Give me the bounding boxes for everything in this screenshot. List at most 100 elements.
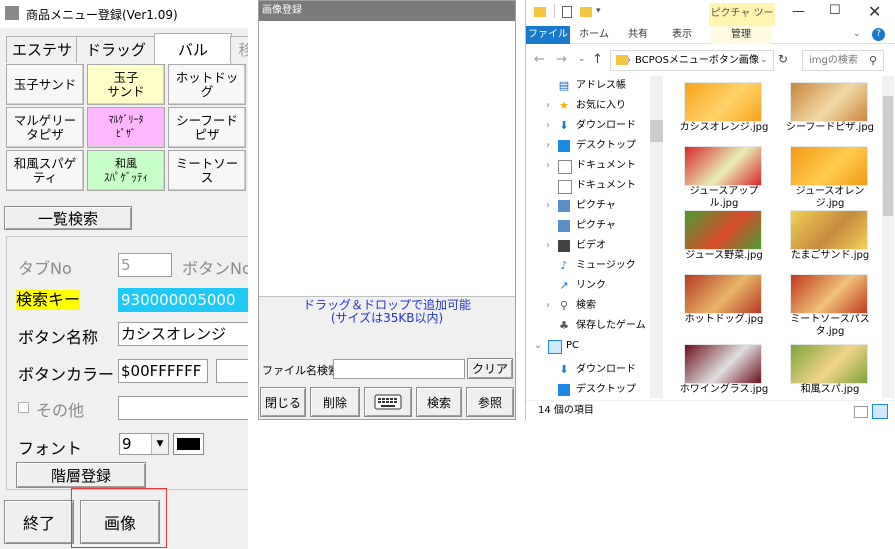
nav-item[interactable]: › ドキュメント xyxy=(526,156,654,176)
file-item[interactable]: ジュース野菜.jpg xyxy=(676,204,772,266)
font-color-button[interactable] xyxy=(173,433,204,455)
refresh-icon[interactable]: ↻ xyxy=(778,52,788,66)
end-button[interactable]: 終了 xyxy=(4,500,74,544)
menu-button[interactable]: ミートソー ス xyxy=(168,150,246,191)
menu-button[interactable]: 玉子サンド xyxy=(6,64,84,105)
nav-item[interactable]: ▤ アドレス帳 xyxy=(526,76,654,96)
file-scrollbar-thumb[interactable] xyxy=(883,96,893,216)
file-item[interactable]: 和風スパ.jpg xyxy=(782,338,878,396)
search-icon[interactable]: ⚲ xyxy=(869,54,877,67)
menu-button[interactable]: ﾏﾙｹﾞﾘｰﾀ ﾋﾟｻﾞ xyxy=(87,107,165,148)
tab-view[interactable]: 表示 xyxy=(662,26,702,44)
delete-button[interactable]: 削除 xyxy=(310,387,360,417)
file-item[interactable]: カシスオレンジ.jpg xyxy=(676,76,772,138)
clear-button[interactable]: クリア xyxy=(467,358,513,379)
nav-item[interactable]: › ピクチャ xyxy=(526,196,654,216)
list-search-button[interactable]: 一覧検索 xyxy=(4,206,132,230)
file-item[interactable]: ジュースオレンジ.jpg xyxy=(782,140,878,209)
menu-registration-window: 商品メニュー登録(Ver1.09) エステサロン ドラッグ バル 移 玉子サンド… xyxy=(0,0,248,549)
nav-item[interactable]: デスクトップ xyxy=(526,380,654,400)
ribbon-expand-icon[interactable]: ⌄ xyxy=(853,29,861,39)
tab-manage[interactable]: 管理 xyxy=(711,26,771,44)
chevron-down-icon[interactable]: ▼ xyxy=(151,434,168,454)
desktop-icon xyxy=(558,140,570,152)
nav-item[interactable]: › デスクトップ xyxy=(526,136,654,156)
menu-button[interactable]: ホットドッ グ xyxy=(168,64,246,105)
close-button[interactable]: 閉じる xyxy=(260,387,306,417)
file-grid: カシスオレンジ.jpg シーフードピザ.jpg ジュースアップル.jpg ジュー… xyxy=(676,76,881,396)
nav-item[interactable]: ♪ ミュージック xyxy=(526,256,654,276)
image-register-window: 画像登録 ドラッグ＆ドロップで追加可能 (サイズは35KB以内) ファイル名検索… xyxy=(258,0,516,420)
search-button[interactable]: 検索 xyxy=(416,387,462,417)
back-icon[interactable]: ← xyxy=(534,52,545,67)
other-field[interactable] xyxy=(118,396,248,420)
up-icon[interactable]: ↑ xyxy=(592,52,603,67)
filename-search-label: ファイル名検索 xyxy=(262,364,339,377)
button-name-field[interactable]: カシスオレンジ xyxy=(118,322,248,346)
other-checkbox[interactable] xyxy=(18,402,29,413)
forward-icon[interactable]: → xyxy=(556,52,567,67)
image-thumbnail xyxy=(790,344,868,384)
nav-item[interactable]: › ⬇ ダウンロード xyxy=(526,116,654,136)
window-title: 商品メニュー登録(Ver1.09) xyxy=(26,8,178,22)
tab-no-field[interactable]: 5 xyxy=(118,253,172,277)
browse-button[interactable]: 参照 xyxy=(466,387,514,417)
separator xyxy=(554,4,562,18)
nav-item[interactable]: ♣ 保存したゲーム xyxy=(526,316,654,336)
menu-button[interactable]: シーフード ピザ xyxy=(168,107,246,148)
highlight-box xyxy=(71,488,167,548)
image-thumbnail xyxy=(684,344,762,384)
help-icon[interactable]: ? xyxy=(872,28,885,41)
nav-scrollbar-thumb[interactable] xyxy=(650,120,663,142)
chevron-down-icon[interactable]: ▾ xyxy=(596,6,601,16)
large-icons-view-icon[interactable] xyxy=(872,404,888,419)
navigation-pane: ▤ アドレス帳 › ★ お気に入り › ⬇ ダウンロード › デスクトップ › ドキュメント … xyxy=(526,76,666,398)
font-size-select[interactable]: 9 ▼ xyxy=(119,433,169,455)
nav-item[interactable]: ピクチャ xyxy=(526,216,654,236)
menu-button[interactable]: 和風 ｽﾊﾟｹﾞｯﾃｨ xyxy=(87,150,165,191)
picture-tools-tab[interactable]: ピクチャ ツール xyxy=(709,3,775,41)
hierarchy-register-button[interactable]: 階層登録 xyxy=(16,462,146,488)
nav-item[interactable]: ↗ リンク xyxy=(526,276,654,296)
tab-file[interactable]: ファイル xyxy=(526,26,570,44)
tab-esthe-salon[interactable]: エステサロン xyxy=(6,36,78,85)
nav-item[interactable]: ⬇ ダウンロード xyxy=(526,360,654,380)
tab-bar[interactable]: バル xyxy=(154,33,232,64)
address-box[interactable]: › BCPOSメニューボタン画像 xyxy=(610,50,774,71)
button-color-field[interactable]: $00FFFFFF xyxy=(118,359,208,383)
nav-item[interactable]: › ⚲ 検索 xyxy=(526,296,654,316)
new-folder-icon[interactable] xyxy=(580,7,592,17)
nav-item[interactable]: › ★ お気に入り xyxy=(526,96,654,116)
maximize-icon[interactable]: ☐ xyxy=(829,3,841,18)
file-item[interactable]: ホットドッグ.jpg xyxy=(676,268,772,330)
tab-partial[interactable]: 移 xyxy=(230,36,248,63)
menu-button[interactable]: マルゲリー タピザ xyxy=(6,107,84,148)
minimize-icon[interactable]: — xyxy=(792,4,805,19)
keyboard-button[interactable] xyxy=(364,387,412,417)
folder-icon xyxy=(534,7,546,17)
filename-search-input[interactable] xyxy=(333,359,465,379)
search-key-field[interactable]: 930000005000 xyxy=(118,288,248,312)
menu-button[interactable]: 和風スパゲ ティ xyxy=(6,150,84,191)
nav-item[interactable]: ドキュメント xyxy=(526,176,654,196)
file-item[interactable]: ジュースアップル.jpg xyxy=(676,140,772,209)
details-view-icon[interactable] xyxy=(854,406,868,418)
file-item[interactable]: シーフードピザ.jpg xyxy=(782,76,878,138)
keyboard-icon xyxy=(374,394,402,410)
tab-home[interactable]: ホーム xyxy=(574,26,614,44)
file-item[interactable]: ホワイングラス.jpg xyxy=(676,338,772,396)
nav-item[interactable]: ⌄ PC xyxy=(526,336,654,356)
tab-share[interactable]: 共有 xyxy=(618,26,658,44)
close-icon[interactable]: ✕ xyxy=(868,2,881,21)
menu-button[interactable]: 玉子 サンド xyxy=(87,64,165,105)
nav-item[interactable]: › ビデオ xyxy=(526,236,654,256)
file-item[interactable]: ミートソースパスタ.jpg xyxy=(782,268,878,337)
file-item[interactable]: たまごサンド.jpg xyxy=(782,204,878,266)
color-picker-box[interactable] xyxy=(216,359,248,383)
tab-drug[interactable]: ドラッグ xyxy=(76,36,156,63)
address-dropdown-icon[interactable]: ⌄ xyxy=(760,55,768,65)
recent-locations-icon[interactable]: ⌄ xyxy=(578,54,586,64)
file-explorer-window: ▾ ピクチャ ツール — ☐ ✕ ファイル ホーム 共有 表示 管理 ⌄ ? ←… xyxy=(525,0,895,420)
image-drop-area[interactable] xyxy=(259,21,515,297)
properties-icon[interactable] xyxy=(562,6,572,18)
